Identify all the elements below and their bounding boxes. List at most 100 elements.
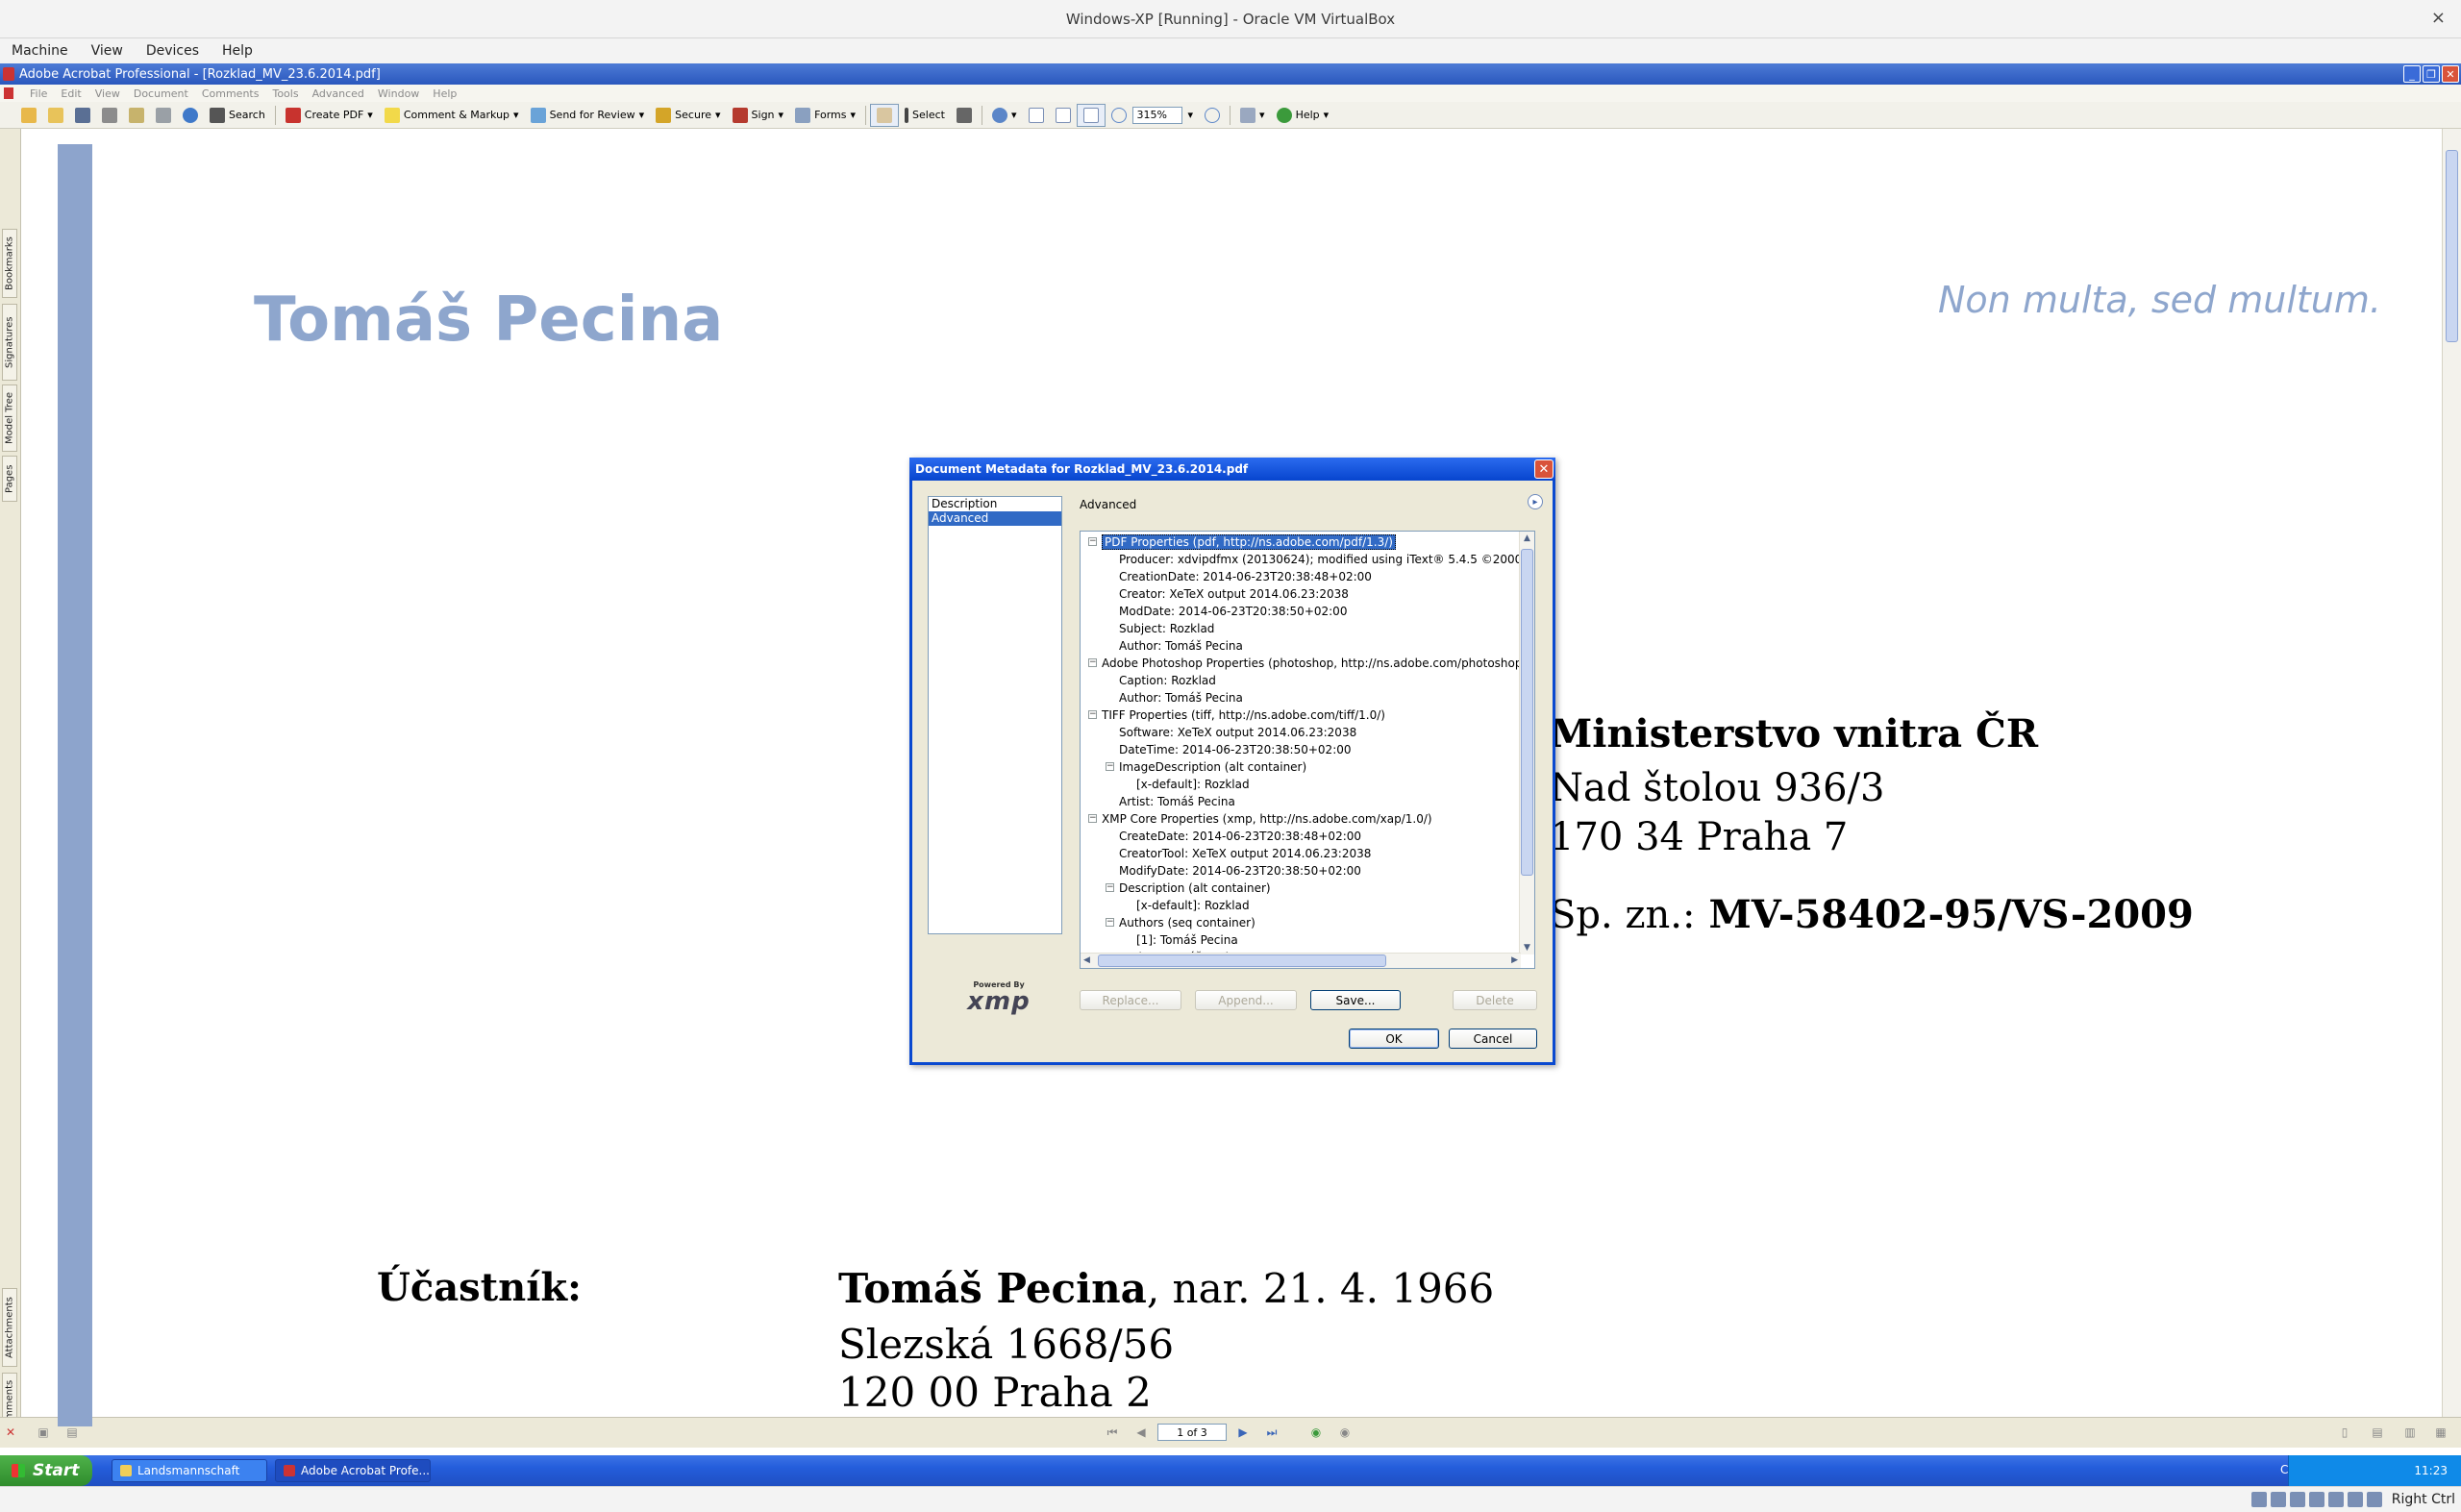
tree-hscroll-thumb[interactable]	[1098, 954, 1386, 967]
start-button[interactable]: Start	[0, 1455, 92, 1486]
select-tool-button[interactable]: Select	[899, 104, 951, 127]
tree-row[interactable]: − XMP Core Properties (xmp, http://ns.ado…	[1088, 810, 1432, 828]
close-icon[interactable]: ✕	[2442, 65, 2459, 83]
tree-row[interactable]: Author: Tomáš Pecina	[1119, 689, 1243, 706]
replace-button[interactable]: Replace...	[1080, 990, 1181, 1010]
tree-row[interactable]: − Authors (seq container)	[1106, 914, 1255, 931]
hard-disk-icon[interactable]	[2250, 1492, 2267, 1507]
zoom-input[interactable]: 315%	[1131, 106, 1182, 124]
fit-width-button[interactable]	[1076, 103, 1106, 127]
single-page-icon[interactable]: ▯	[2338, 1425, 2351, 1439]
menu-tools[interactable]: Tools	[265, 87, 305, 100]
zoom-out-button[interactable]	[1106, 104, 1132, 127]
collapse-toggle-icon[interactable]: −	[1088, 537, 1097, 546]
tree-horizontal-scrollbar[interactable]: ◀ ▶	[1081, 953, 1521, 968]
shared-folder-icon[interactable]	[2308, 1492, 2324, 1507]
host-menu-help[interactable]: Help	[211, 43, 264, 59]
continuous-facing-icon[interactable]: ▦	[2434, 1425, 2448, 1439]
tree-row[interactable]: [x-default]: Rozklad	[1136, 897, 1250, 914]
secure-button[interactable]: Secure ▾	[650, 104, 726, 127]
save-metadata-button[interactable]: Save...	[1310, 990, 1401, 1010]
menu-edit[interactable]: Edit	[54, 87, 87, 100]
scroll-up-icon[interactable]: ▲	[1524, 533, 1530, 543]
menu-help[interactable]: Help	[426, 87, 463, 100]
ok-button[interactable]: OK	[1349, 1029, 1439, 1049]
scroll-right-icon[interactable]: ▶	[1511, 955, 1518, 965]
menu-window[interactable]: Window	[371, 87, 426, 100]
menu-document[interactable]: Document	[127, 87, 195, 100]
attach-button[interactable]	[150, 104, 177, 127]
scroll-down-icon[interactable]: ▼	[1524, 943, 1530, 953]
page-thumbnail-icon[interactable]: ▣	[37, 1425, 50, 1439]
collapse-toggle-icon[interactable]: −	[1106, 918, 1114, 927]
tree-row[interactable]: Creator: XeTeX output 2014.06.23:2038	[1119, 585, 1349, 603]
facing-icon[interactable]: ▥	[2403, 1425, 2417, 1439]
organizer-button[interactable]	[42, 104, 69, 127]
tree-row[interactable]: − Description (alt container)	[1106, 880, 1271, 897]
page-number-input[interactable]: 1 of 3	[1157, 1424, 1227, 1441]
tree-row[interactable]: [1]: Tomáš Pecina	[1136, 931, 1238, 949]
tree-row[interactable]: CreateDate: 2014-06-23T20:38:48+02:00	[1119, 828, 1361, 845]
usb-icon[interactable]	[2289, 1492, 2305, 1507]
metadata-tree[interactable]: − PDF Properties (pdf, http://ns.adobe.co…	[1080, 531, 1535, 969]
open-button[interactable]	[15, 104, 42, 127]
help-button[interactable]: Help ▾	[1271, 104, 1335, 127]
task-acrobat[interactable]: Adobe Acrobat Profe...	[275, 1459, 431, 1482]
menu-file[interactable]: File	[23, 87, 54, 100]
collapse-toggle-icon[interactable]: −	[1088, 658, 1097, 667]
collapse-toggle-icon[interactable]: −	[1106, 883, 1114, 892]
hand-tool-button[interactable]	[870, 103, 900, 127]
previous-page-icon[interactable]: ◀	[1134, 1425, 1148, 1439]
tree-row[interactable]: − Adobe Photoshop Properties (photoshop, …	[1088, 655, 1519, 672]
dialog-title-bar[interactable]: Document Metadata for Rozklad_MV_23.6.20…	[909, 458, 1555, 481]
tab-signatures[interactable]: Signatures	[2, 304, 17, 381]
web-button[interactable]	[177, 104, 204, 127]
tree-row[interactable]: [x-default]: Rozklad	[1136, 776, 1250, 793]
tree-vertical-scrollbar[interactable]: ▲ ▼	[1519, 532, 1534, 954]
category-description[interactable]: Description	[929, 497, 1061, 511]
forms-button[interactable]: Forms ▾	[789, 104, 861, 127]
comment-markup-button[interactable]: Comment & Markup ▾	[379, 104, 525, 127]
actual-size-button[interactable]	[1023, 104, 1050, 127]
previous-view-icon[interactable]: ◉	[1309, 1425, 1323, 1439]
tree-row[interactable]: Caption: Rozklad	[1119, 672, 1216, 689]
optical-drive-icon[interactable]	[2270, 1492, 2286, 1507]
zoom-dropdown[interactable]: ▾	[1182, 104, 1200, 127]
print-button[interactable]	[96, 104, 123, 127]
tree-row[interactable]: Producer: xdvipdfmx (20130624); modified…	[1119, 551, 1519, 568]
search-button[interactable]: Search	[204, 104, 271, 127]
append-button[interactable]: Append...	[1195, 990, 1297, 1010]
tab-model-tree[interactable]: Model Tree	[2, 384, 17, 452]
restore-icon[interactable]: ❐	[2423, 65, 2440, 83]
collapse-toggle-icon[interactable]: −	[1106, 762, 1114, 771]
clock[interactable]: 11:23	[2414, 1464, 2448, 1477]
display-icon[interactable]	[2327, 1492, 2344, 1507]
fit-page-button[interactable]	[1050, 104, 1077, 127]
menu-comments[interactable]: Comments	[195, 87, 266, 100]
collapse-toggle-icon[interactable]: −	[1088, 814, 1097, 823]
collapse-toggle-icon[interactable]: −	[1088, 710, 1097, 719]
zoom-in-button[interactable]	[1199, 104, 1226, 127]
tab-bookmarks[interactable]: Bookmarks	[2, 229, 17, 298]
snapshot-button[interactable]	[951, 104, 978, 127]
zoom-tool-button[interactable]: ▾	[986, 104, 1023, 127]
close-panel-icon[interactable]: ✕	[4, 1425, 17, 1439]
host-menu-devices[interactable]: Devices	[135, 43, 211, 59]
minimize-icon[interactable]: _	[2403, 65, 2421, 83]
continuous-icon[interactable]: ▤	[2371, 1425, 2384, 1439]
cancel-button[interactable]: Cancel	[1449, 1029, 1537, 1049]
scroll-left-icon[interactable]: ◀	[1083, 955, 1090, 965]
menu-view[interactable]: View	[88, 87, 127, 100]
delete-button[interactable]: Delete	[1453, 990, 1537, 1010]
next-page-icon[interactable]: ▶	[1236, 1425, 1250, 1439]
page-layout-icon[interactable]: ▤	[65, 1425, 79, 1439]
tree-row[interactable]: ModDate: 2014-06-23T20:38:50+02:00	[1119, 603, 1347, 620]
tree-row[interactable]: − ImageDescription (alt container)	[1106, 758, 1306, 776]
first-page-icon[interactable]: ⏮	[1106, 1425, 1119, 1439]
tree-vscroll-thumb[interactable]	[1521, 549, 1533, 876]
tree-row[interactable]: Software: XeTeX output 2014.06.23:2038	[1119, 724, 1356, 741]
next-view-icon[interactable]: ◉	[1338, 1425, 1352, 1439]
tree-row[interactable]: − PDF Properties (pdf, http://ns.adobe.co…	[1088, 533, 1396, 551]
mouse-integration-icon[interactable]	[2366, 1492, 2382, 1507]
host-menu-view[interactable]: View	[80, 43, 135, 59]
